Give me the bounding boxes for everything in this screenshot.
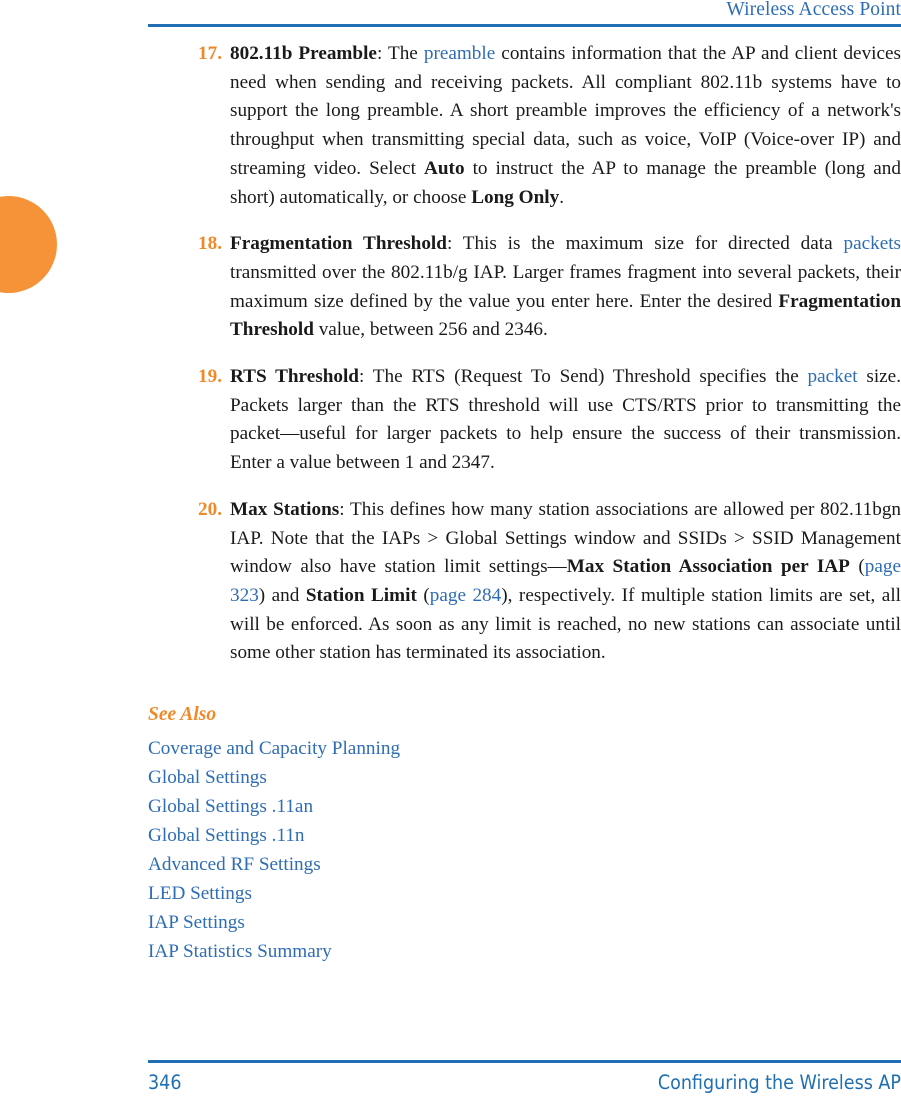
document-page: Wireless Access Point 17. 802.11b Preambl… [0, 0, 901, 1114]
see-also-item: Global Settings .11an [148, 792, 901, 821]
list-item: 20. Max Stations: This defines how many s… [148, 496, 901, 668]
page-header: Wireless Access Point [148, 0, 901, 28]
see-also-link[interactable]: IAP Settings [148, 912, 245, 933]
see-also-link[interactable]: IAP Statistics Summary [148, 941, 332, 962]
see-also-item: Global Settings [148, 763, 901, 792]
emphasis-text: RTS Threshold [230, 366, 359, 388]
see-also-item: LED Settings [148, 879, 901, 908]
list-item: 18. Fragmentation Threshold: This is the … [148, 230, 901, 345]
page-content: 17. 802.11b Preamble: The preamble contai… [148, 40, 901, 966]
chapter-tab-marker [0, 196, 57, 293]
see-also-item: Advanced RF Settings [148, 850, 901, 879]
emphasis-text: 802.11b Preamble [230, 43, 377, 64]
see-also-link[interactable]: LED Settings [148, 883, 252, 904]
emphasis-text: Max Station Association per IAP [566, 556, 850, 578]
list-item: 19. RTS Threshold: The RTS (Request To Se… [148, 363, 901, 478]
inline-link[interactable]: packet [808, 366, 858, 387]
list-item-number: 19. [198, 366, 222, 388]
see-also-link[interactable]: Advanced RF Settings [148, 854, 321, 875]
see-also-link-list: Coverage and Capacity Planning Global Set… [148, 734, 901, 966]
footer-page-number: 346 [148, 1071, 182, 1094]
list-item: 17. 802.11b Preamble: The preamble contai… [148, 40, 901, 212]
body-text: ( [849, 556, 865, 578]
see-also-item: Coverage and Capacity Planning [148, 734, 901, 763]
see-also-item: IAP Settings [148, 908, 901, 937]
see-also-link[interactable]: Global Settings .11an [148, 796, 313, 817]
inline-link[interactable]: packets [843, 233, 901, 254]
see-also-link[interactable]: Coverage and Capacity Planning [148, 738, 400, 759]
body-text: : The RTS (Request To Send) Threshold sp… [358, 366, 808, 388]
inline-link[interactable]: preamble [424, 43, 495, 64]
numbered-list: 17. 802.11b Preamble: The preamble contai… [148, 40, 901, 668]
see-also-item: Global Settings .11n [148, 821, 901, 850]
footer-divider [148, 1060, 901, 1063]
body-text: : This is the maximum size for directed … [446, 233, 844, 255]
body-text: ) and [258, 584, 306, 606]
body-text: value, between 256 and 2346. [313, 319, 548, 341]
see-also-link[interactable]: Global Settings .11n [148, 825, 305, 846]
list-item-number: 18. [198, 233, 222, 255]
emphasis-text: Max Stations [230, 498, 340, 520]
emphasis-text: Station Limit [305, 584, 417, 606]
header-divider [148, 24, 901, 27]
list-item-number: 20. [198, 498, 222, 520]
list-item-number: 17. [198, 43, 222, 64]
emphasis-text: Auto [424, 157, 465, 179]
footer-section-title: Configuring the Wireless AP [657, 1071, 901, 1094]
header-title: Wireless Access Point [726, 0, 901, 20]
page-footer: 346 Configuring the Wireless AP [148, 1060, 901, 1106]
emphasis-text: Long Only [471, 186, 560, 208]
see-also-item: IAP Statistics Summary [148, 937, 901, 966]
see-also-link[interactable]: Global Settings [148, 767, 267, 788]
see-also-section: See Also Coverage and Capacity Planning G… [148, 700, 901, 966]
body-text: . [559, 186, 564, 208]
emphasis-text: Fragmentation Threshold [230, 233, 447, 255]
inline-link[interactable]: page 284 [430, 585, 502, 606]
body-text: : The [376, 43, 424, 64]
see-also-heading: See Also [148, 704, 217, 726]
body-text: ( [416, 584, 430, 606]
